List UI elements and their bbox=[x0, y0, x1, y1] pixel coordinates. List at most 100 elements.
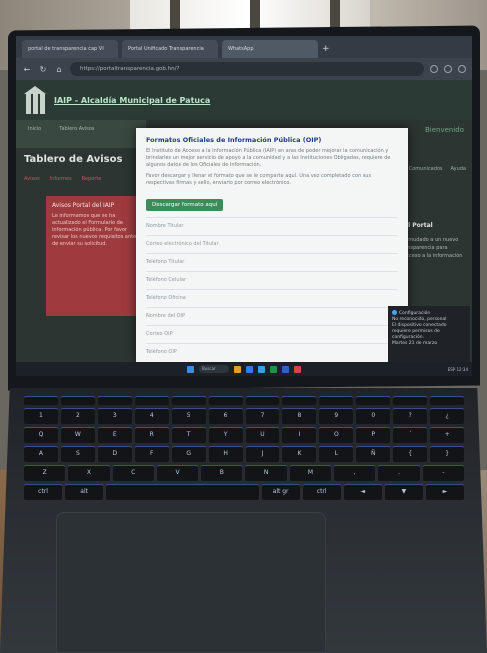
windows-notification[interactable]: Configuración No reconocido, personal El… bbox=[388, 306, 470, 364]
key[interactable]: Y bbox=[208, 427, 243, 443]
browser-tab-active[interactable]: WhatsApp bbox=[222, 40, 318, 58]
key[interactable]: G bbox=[171, 446, 206, 462]
download-form-button[interactable]: Descargar formato aquí bbox=[146, 199, 224, 211]
key[interactable]: T bbox=[171, 427, 206, 443]
key[interactable]: - bbox=[422, 465, 464, 481]
form-field[interactable]: Nombre Titular bbox=[146, 217, 398, 235]
crumb-item[interactable]: Avisos bbox=[24, 176, 40, 182]
new-tab-icon[interactable]: + bbox=[322, 40, 330, 58]
key[interactable]: Ñ bbox=[356, 446, 391, 462]
key[interactable]: 3 bbox=[97, 408, 132, 424]
key[interactable]: N bbox=[245, 465, 287, 481]
form-field[interactable]: Teléfono Titular bbox=[146, 253, 398, 271]
app-icon[interactable] bbox=[294, 365, 301, 373]
key[interactable]: V bbox=[156, 465, 199, 481]
key[interactable]: Z bbox=[24, 465, 66, 481]
key[interactable]: Q bbox=[24, 427, 58, 443]
key[interactable]: X bbox=[68, 465, 110, 481]
key[interactable] bbox=[24, 396, 58, 405]
key[interactable]: B bbox=[201, 465, 243, 481]
key[interactable]: , bbox=[334, 465, 376, 481]
key[interactable]: O bbox=[319, 427, 354, 443]
key[interactable] bbox=[171, 396, 206, 405]
form-field[interactable]: Teléfono Oficina bbox=[146, 289, 398, 307]
start-icon[interactable] bbox=[187, 365, 194, 373]
spacebar[interactable] bbox=[106, 484, 259, 500]
key[interactable]: P bbox=[356, 427, 391, 443]
key[interactable]: 1 bbox=[24, 408, 58, 424]
key[interactable]: 6 bbox=[208, 408, 243, 424]
key[interactable]: ¿ bbox=[430, 408, 465, 424]
key[interactable]: ctrl bbox=[24, 484, 63, 500]
nav-item-comunicados[interactable]: Comunicados bbox=[409, 166, 443, 172]
key[interactable]: H bbox=[208, 446, 243, 462]
key[interactable]: C bbox=[112, 465, 154, 481]
form-field[interactable]: Teléfono Celular bbox=[146, 271, 398, 289]
key[interactable]: 0 bbox=[356, 408, 391, 424]
key[interactable]: 8 bbox=[282, 408, 317, 424]
key[interactable]: U bbox=[245, 427, 280, 443]
back-icon[interactable]: ← bbox=[22, 65, 32, 74]
key[interactable]: alt gr bbox=[261, 484, 300, 500]
form-field[interactable]: Nombre del OIP bbox=[146, 307, 398, 325]
taskbar-search[interactable]: Buscar bbox=[199, 365, 229, 373]
edge-icon[interactable] bbox=[246, 365, 253, 373]
key[interactable]: { bbox=[393, 446, 428, 462]
system-tray[interactable]: ESP 12:34 bbox=[448, 367, 468, 372]
extension-icon[interactable] bbox=[430, 65, 438, 73]
url-input[interactable]: https://portaltransparencia.gob.hn/? bbox=[70, 62, 424, 76]
word-icon[interactable] bbox=[282, 365, 289, 373]
key[interactable]: F bbox=[134, 446, 169, 462]
key[interactable]: } bbox=[430, 446, 465, 462]
key[interactable]: alt bbox=[65, 484, 104, 500]
key[interactable]: D bbox=[97, 446, 132, 462]
reload-icon[interactable]: ↻ bbox=[38, 65, 48, 74]
key[interactable]: ´ bbox=[393, 427, 428, 443]
key[interactable]: A bbox=[24, 446, 58, 462]
key[interactable]: 5 bbox=[171, 408, 206, 424]
file-explorer-icon[interactable] bbox=[234, 365, 241, 373]
key[interactable]: ? bbox=[393, 408, 428, 424]
form-field[interactable]: Correo OIP bbox=[146, 325, 398, 343]
nav-item-inicio[interactable]: Inicio bbox=[28, 126, 41, 142]
excel-icon[interactable] bbox=[270, 365, 277, 373]
browser-tab[interactable]: Portal Unificado Transparencia bbox=[122, 40, 218, 58]
key[interactable]: . bbox=[378, 465, 420, 481]
browser-tab[interactable]: portal de transparencia cap VI bbox=[22, 40, 118, 58]
key[interactable]: E bbox=[97, 427, 132, 443]
key[interactable]: M bbox=[289, 465, 332, 481]
crumb-item[interactable]: Informes bbox=[50, 176, 72, 182]
profile-icon[interactable] bbox=[458, 65, 466, 73]
form-field[interactable]: Correo electrónico del Titular bbox=[146, 235, 398, 253]
favorites-icon[interactable] bbox=[444, 65, 452, 73]
store-icon[interactable] bbox=[258, 365, 265, 373]
nav-item-tablero[interactable]: Tablero Avisos bbox=[59, 126, 94, 142]
key[interactable]: + bbox=[430, 427, 465, 443]
home-icon[interactable]: ⌂ bbox=[54, 65, 64, 74]
nav-item-ayuda[interactable]: Ayuda bbox=[451, 166, 466, 172]
arrow-left-key[interactable]: ◄ bbox=[343, 484, 382, 500]
key[interactable] bbox=[208, 396, 243, 405]
touchpad[interactable] bbox=[56, 512, 326, 653]
arrow-right-key[interactable]: ► bbox=[425, 484, 465, 500]
key[interactable]: I bbox=[282, 427, 317, 443]
arrow-down-key[interactable]: ▼ bbox=[384, 484, 423, 500]
key[interactable]: 7 bbox=[245, 408, 280, 424]
key[interactable] bbox=[393, 396, 428, 405]
key[interactable] bbox=[356, 396, 391, 405]
site-title-link[interactable]: IAIP - Alcaldía Municipal de Patuca bbox=[54, 96, 210, 105]
key[interactable] bbox=[319, 396, 354, 405]
key[interactable]: R bbox=[134, 427, 169, 443]
key[interactable]: W bbox=[60, 427, 95, 443]
key[interactable] bbox=[97, 396, 132, 405]
key[interactable]: S bbox=[60, 446, 95, 462]
crumb-item[interactable]: Reporte bbox=[82, 176, 102, 182]
key[interactable]: 9 bbox=[319, 408, 354, 424]
key[interactable]: ctrl bbox=[302, 484, 341, 500]
key[interactable]: J bbox=[245, 446, 280, 462]
key[interactable] bbox=[245, 396, 280, 405]
key[interactable]: 2 bbox=[60, 408, 95, 424]
key[interactable]: L bbox=[319, 446, 354, 462]
key[interactable] bbox=[134, 396, 169, 405]
key[interactable] bbox=[430, 396, 465, 405]
